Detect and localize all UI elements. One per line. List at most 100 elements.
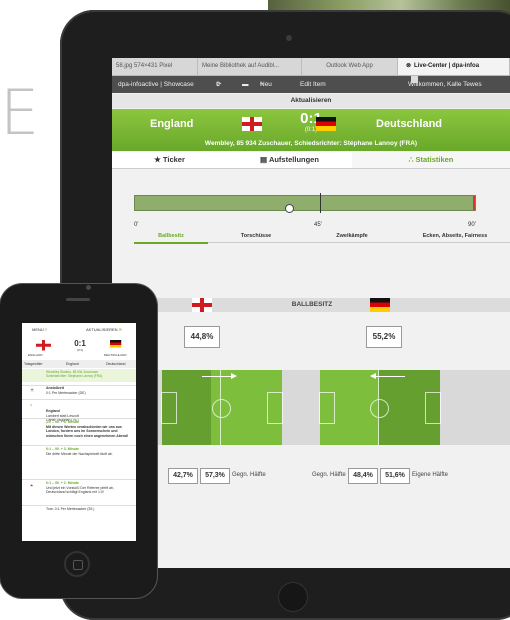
- phone-tab-germany[interactable]: Deutschland: [106, 360, 125, 368]
- phone-score: 0:1: [74, 339, 86, 348]
- phone-event-text: Tore: 0:1 Per Mertesacker (39.): [46, 507, 95, 511]
- penalty-box: [319, 392, 335, 424]
- browser-tab[interactable]: 58.jpg 574×431 Pixel: [112, 58, 198, 75]
- phone-venue: Wembley Stadion, 85 934 Zuschauer Schied…: [22, 369, 136, 382]
- away-team-name: Deutschland: [376, 118, 443, 130]
- refresh-count: 1: [216, 81, 220, 88]
- phone-event: Tore: 0:1 Per Mertesacker (39.): [22, 505, 136, 517]
- match-timeline[interactable]: [134, 193, 476, 213]
- phone-halftime: (0:1): [76, 348, 84, 352]
- germany-flag-icon: [110, 340, 122, 348]
- browser-tab-active[interactable]: ⊗ Live-Center | dpa-infoa: [398, 58, 510, 75]
- possession-header: BALLBESITZ: [112, 298, 510, 312]
- away-own-half-value: 51,6%: [380, 468, 410, 484]
- comment-icon[interactable]: ▬: [242, 76, 249, 93]
- close-tab-icon[interactable]: ⊗: [406, 63, 411, 69]
- tab-statistics[interactable]: ∴ Statistiken: [352, 152, 510, 168]
- tablet-camera: [286, 35, 292, 41]
- phone-away-name: DEUTSCHLAND: [104, 353, 127, 357]
- home-possession-value: 44,8%: [184, 326, 220, 348]
- england-flag-icon: [242, 117, 262, 131]
- cms-admin-bar: dpa-infoactive | Showcase ⟳ 1 ▬ + Neu Ed…: [112, 76, 510, 93]
- phone-event: ⚑ 0:1 – 90. + 2. Minute Und jetzt ein Vor…: [22, 479, 136, 501]
- browser-tab[interactable]: Outlook Web App: [302, 58, 398, 75]
- whistle-icon: ⚑: [30, 484, 34, 488]
- user-avatar: [411, 76, 418, 83]
- away-pitch: [319, 370, 441, 445]
- match-subnav: ★ Ticker ▤ Aufstellungen ∴ Statistiken: [112, 152, 510, 169]
- germany-flag-icon: [316, 117, 336, 131]
- home-opp-half-value: 57,3%: [200, 468, 230, 484]
- phone-event-text: Die dritte Minute der Nachspielzeit läuf…: [46, 451, 113, 456]
- phone-event-title: 1:0 – 90. + 3. Minute: [46, 420, 79, 424]
- tab-ticker[interactable]: ★ Ticker: [112, 152, 227, 168]
- tablet-home-button[interactable]: [278, 582, 308, 612]
- opp-half-label: Gegn. Hälfte: [232, 472, 266, 478]
- match-header: England 0:1 (0:1) Deutschland Wembley, 8…: [112, 109, 510, 151]
- opp-half-label: Gegn. Hälfte: [312, 472, 346, 478]
- phone-event: ● England Lambert statt Lescott Carter Va…: [22, 399, 136, 422]
- site-name-link[interactable]: dpa-infoactive | Showcase: [118, 76, 194, 93]
- edit-item-link[interactable]: Edit Item: [300, 76, 326, 93]
- tab-possession[interactable]: Ballbesitz: [134, 231, 208, 244]
- penalty-box: [161, 392, 177, 424]
- phone-event-text: Mit diesen Worten verabschieden wir uns …: [46, 424, 129, 438]
- hero-letter: E: [0, 76, 40, 149]
- center-circle: [212, 399, 231, 418]
- penalty-box: [267, 392, 283, 424]
- phone-refresh-label: AKTUALISIEREN: [86, 327, 118, 332]
- phone-score-area: 0:1 (0:1) ENGLAND DEUTSCHLAND: [22, 337, 136, 359]
- phone-tab-england[interactable]: England: [66, 360, 79, 368]
- timeline-start-label: 0': [134, 222, 139, 228]
- possession-title: BALLBESITZ: [291, 301, 333, 308]
- timeline-end-marker: [473, 196, 475, 210]
- timeline-end-label: 90': [468, 222, 476, 228]
- refresh-button[interactable]: Aktualisieren: [112, 94, 510, 108]
- phone-event-title: England: [46, 409, 60, 413]
- phone-event: 0:1 – 90. + 3. Minute Die dritte Minute d…: [22, 445, 136, 475]
- phone-screen: MENU ≡ AKTUALISIEREN ⟳ 0:1 (0:1) ENGLAND…: [22, 323, 136, 541]
- pitch-area: [112, 370, 510, 445]
- phone-event-title: 0:1 – 90. + 3. Minute: [46, 447, 79, 451]
- center-circle: [370, 399, 389, 418]
- attack-direction-arrow-icon: [202, 373, 237, 379]
- home-pitch: [161, 370, 283, 445]
- england-flag-icon: [192, 298, 212, 312]
- venue-info: Wembley, 85 934 Zuschauer, Schiedsrichte…: [204, 140, 418, 147]
- germany-flag-icon: [370, 298, 390, 312]
- phone-menu-label: MENU: [32, 327, 44, 332]
- tab-duels[interactable]: Zweikämpfe: [304, 231, 400, 242]
- phone-tab-ticker[interactable]: Tatsgewitter: [24, 360, 43, 368]
- england-flag-icon: [36, 340, 51, 351]
- tablet-screen: 58.jpg 574×431 Pixel Meine Bibliothek au…: [112, 58, 510, 568]
- away-opp-half-value: 48,4%: [348, 468, 378, 484]
- phone-menu-button[interactable]: MENU ≡: [32, 323, 47, 337]
- browser-tab[interactable]: Meine Bibliothek auf Audibl...: [198, 58, 302, 75]
- halftime-marker: [320, 193, 321, 213]
- phone-event-text: Und jetzt ein Vorstoß! Der Referee pfeif…: [46, 485, 114, 495]
- substitution-icon: ●: [30, 403, 33, 407]
- own-half-label: Eigene Hälfte: [412, 472, 449, 478]
- phone-top-bar: MENU ≡ AKTUALISIEREN ⟳: [22, 323, 136, 338]
- phone-event-title: 0:1 – 90. + 2. Minute: [46, 481, 79, 485]
- tab-lineups[interactable]: ▤ Aufstellungen: [227, 152, 352, 168]
- phone-home-name: ENGLAND: [28, 353, 43, 357]
- hamburger-icon: ≡: [44, 327, 48, 332]
- statistics-tabs: Ballbesitz Torschüsse Zweikämpfe Ecken, …: [134, 231, 510, 244]
- phone-home-button[interactable]: [64, 551, 90, 577]
- phone-event-title: Anstoßzeit: [46, 386, 64, 390]
- phone-refresh-button[interactable]: AKTUALISIEREN ⟳: [86, 323, 122, 337]
- ball-icon: [285, 204, 294, 213]
- attack-direction-arrow-icon: [370, 373, 405, 379]
- tab-corners-offside-fairness[interactable]: Ecken, Abseits, Fairness: [400, 231, 510, 242]
- phone-event-text: 0:1 Per Mertesacker (DE): [46, 390, 86, 395]
- phone-speaker: [66, 298, 90, 301]
- new-item-label: Neu: [260, 81, 272, 88]
- phone-event: 1:0 – 90. + 3. Minute Mit diesen Worten v…: [22, 418, 136, 442]
- tab-shots[interactable]: Torschüsse: [208, 231, 304, 242]
- browser-tab-label: Live-Center | dpa-infoa: [414, 63, 480, 69]
- home-team-name: England: [150, 118, 194, 130]
- welcome-text: Willkommen, Kalle Tewes: [408, 81, 482, 88]
- penalty-box: [425, 392, 441, 424]
- phone-event: ☕ Anstoßzeit 0:1 Per Mertesacker (DE): [22, 385, 136, 397]
